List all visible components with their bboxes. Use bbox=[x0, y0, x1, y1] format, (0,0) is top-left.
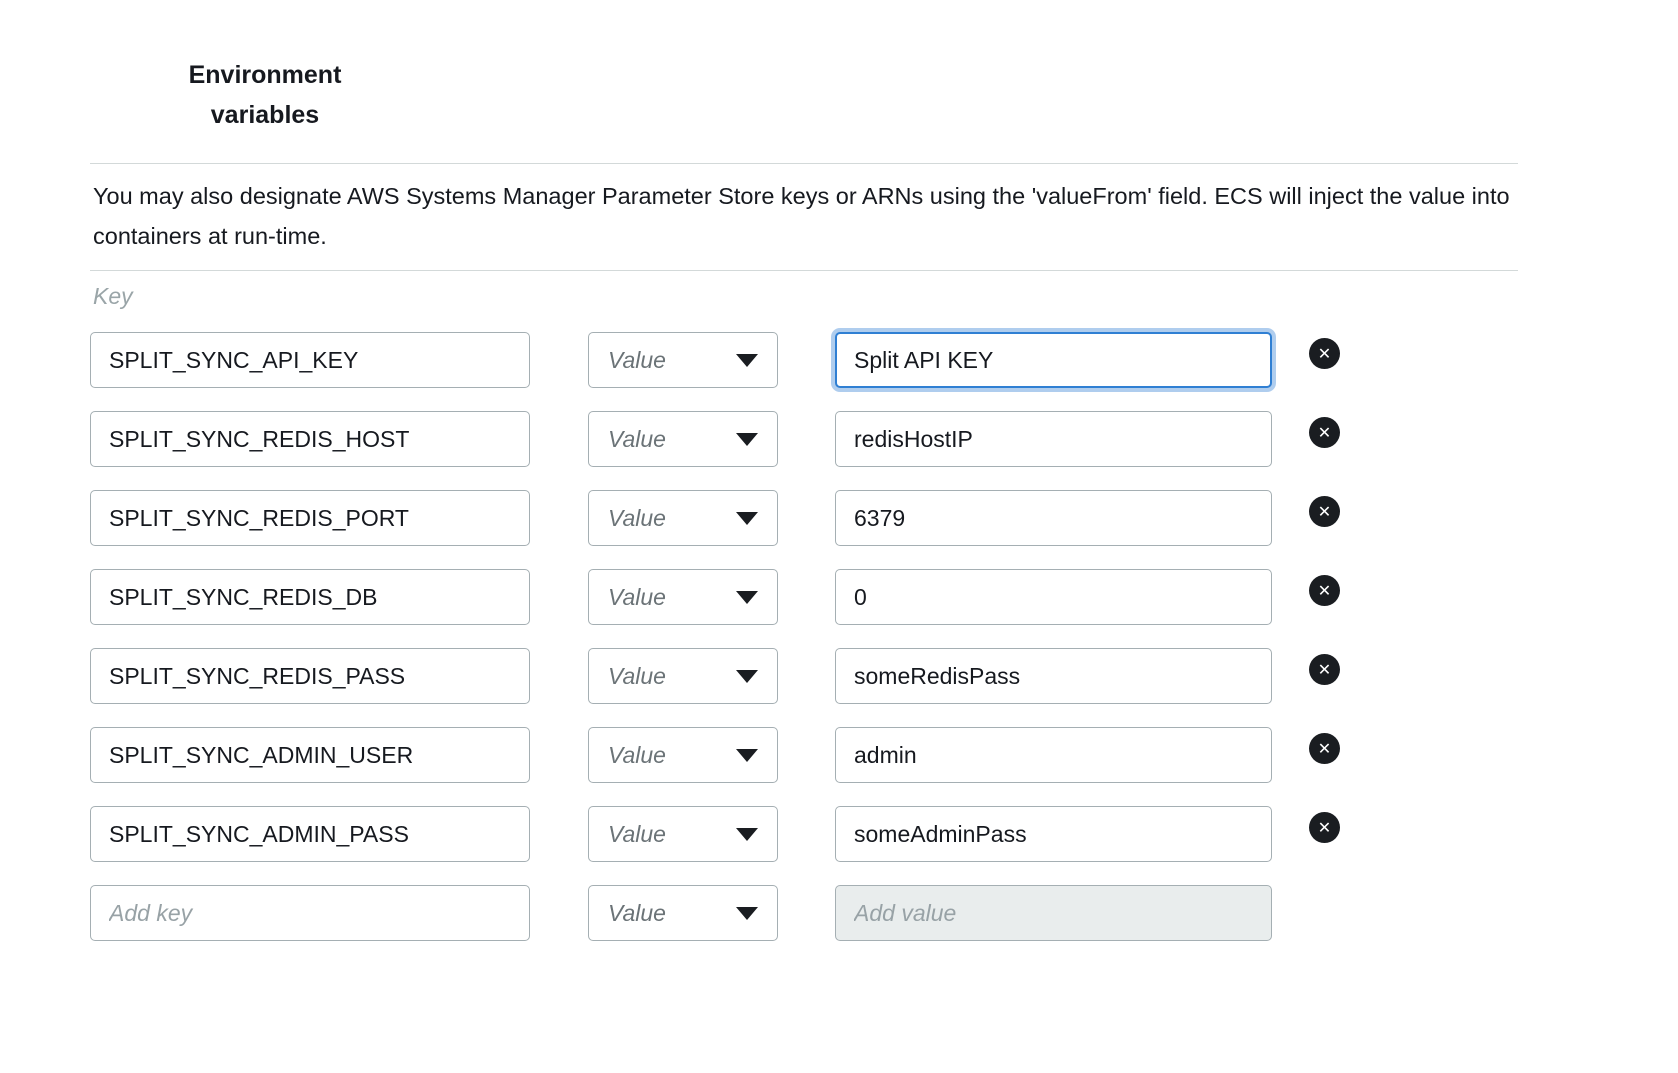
remove-icon: ✕ bbox=[1318, 733, 1331, 764]
env-key-input[interactable] bbox=[90, 332, 530, 388]
remove-icon: ✕ bbox=[1318, 496, 1331, 527]
add-value-input[interactable] bbox=[835, 885, 1272, 941]
type-dropdown-label: Value bbox=[608, 821, 666, 848]
remove-row-button[interactable]: ✕ bbox=[1309, 575, 1340, 606]
env-key-input[interactable] bbox=[90, 806, 530, 862]
env-row: Value ✕ bbox=[90, 569, 1518, 625]
remove-icon: ✕ bbox=[1318, 654, 1331, 685]
chevron-down-icon bbox=[736, 828, 758, 841]
chevron-down-icon bbox=[736, 749, 758, 762]
chevron-down-icon bbox=[736, 591, 758, 604]
env-key-input[interactable] bbox=[90, 648, 530, 704]
key-column-label: Key bbox=[90, 271, 1518, 310]
env-key-input[interactable] bbox=[90, 490, 530, 546]
environment-variables-section: Environment variables You may also desig… bbox=[0, 55, 1678, 1073]
type-dropdown-label: Value bbox=[608, 742, 666, 769]
env-value-input[interactable] bbox=[835, 332, 1272, 388]
env-value-input[interactable] bbox=[835, 727, 1272, 783]
remove-row-button[interactable]: ✕ bbox=[1309, 733, 1340, 764]
type-dropdown[interactable]: Value bbox=[588, 569, 778, 625]
env-value-input[interactable] bbox=[835, 490, 1272, 546]
add-key-input[interactable] bbox=[90, 885, 530, 941]
type-dropdown[interactable]: Value bbox=[588, 490, 778, 546]
remove-icon: ✕ bbox=[1318, 417, 1331, 448]
section-title-line2: variables bbox=[183, 95, 347, 135]
remove-row-button[interactable]: ✕ bbox=[1309, 496, 1340, 527]
env-key-input[interactable] bbox=[90, 727, 530, 783]
type-dropdown-label: Value bbox=[608, 584, 666, 611]
type-dropdown-label: Value bbox=[608, 426, 666, 453]
remove-row-button[interactable]: ✕ bbox=[1309, 417, 1340, 448]
env-value-input[interactable] bbox=[835, 648, 1272, 704]
env-value-input[interactable] bbox=[835, 569, 1272, 625]
remove-icon: ✕ bbox=[1318, 338, 1331, 369]
remove-icon: ✕ bbox=[1318, 812, 1331, 843]
type-dropdown[interactable]: Value bbox=[588, 648, 778, 704]
remove-row-button[interactable]: ✕ bbox=[1309, 812, 1340, 843]
env-row: Value ✕ bbox=[90, 648, 1518, 704]
env-key-input[interactable] bbox=[90, 411, 530, 467]
type-dropdown-label: Value bbox=[608, 900, 666, 927]
remove-row-button[interactable]: ✕ bbox=[1309, 654, 1340, 685]
env-key-input[interactable] bbox=[90, 569, 530, 625]
env-row: Value ✕ bbox=[90, 727, 1518, 783]
section-title-line1: Environment bbox=[183, 55, 347, 95]
chevron-down-icon bbox=[736, 907, 758, 920]
env-row: Value ✕ bbox=[90, 806, 1518, 862]
section-title: Environment variables bbox=[183, 55, 347, 135]
chevron-down-icon bbox=[736, 433, 758, 446]
env-value-input[interactable] bbox=[835, 806, 1272, 862]
env-value-input[interactable] bbox=[835, 411, 1272, 467]
type-dropdown[interactable]: Value bbox=[588, 885, 778, 941]
env-row: Value ✕ bbox=[90, 411, 1518, 467]
remove-row-button[interactable]: ✕ bbox=[1309, 338, 1340, 369]
section-description: You may also designate AWS Systems Manag… bbox=[90, 164, 1518, 270]
type-dropdown-label: Value bbox=[608, 347, 666, 374]
type-dropdown-label: Value bbox=[608, 663, 666, 690]
chevron-down-icon bbox=[736, 354, 758, 367]
env-row: Value ✕ bbox=[90, 490, 1518, 546]
section-content: You may also designate AWS Systems Manag… bbox=[90, 163, 1518, 941]
type-dropdown[interactable]: Value bbox=[588, 727, 778, 783]
type-dropdown[interactable]: Value bbox=[588, 411, 778, 467]
type-dropdown[interactable]: Value bbox=[588, 332, 778, 388]
type-dropdown[interactable]: Value bbox=[588, 806, 778, 862]
env-rows: Value ✕ Value ✕ Value ✕ Value ✕ bbox=[90, 332, 1518, 862]
type-dropdown-label: Value bbox=[608, 505, 666, 532]
chevron-down-icon bbox=[736, 670, 758, 683]
env-add-row: Value bbox=[90, 885, 1518, 941]
chevron-down-icon bbox=[736, 512, 758, 525]
env-row: Value ✕ bbox=[90, 332, 1518, 388]
remove-icon: ✕ bbox=[1318, 575, 1331, 606]
